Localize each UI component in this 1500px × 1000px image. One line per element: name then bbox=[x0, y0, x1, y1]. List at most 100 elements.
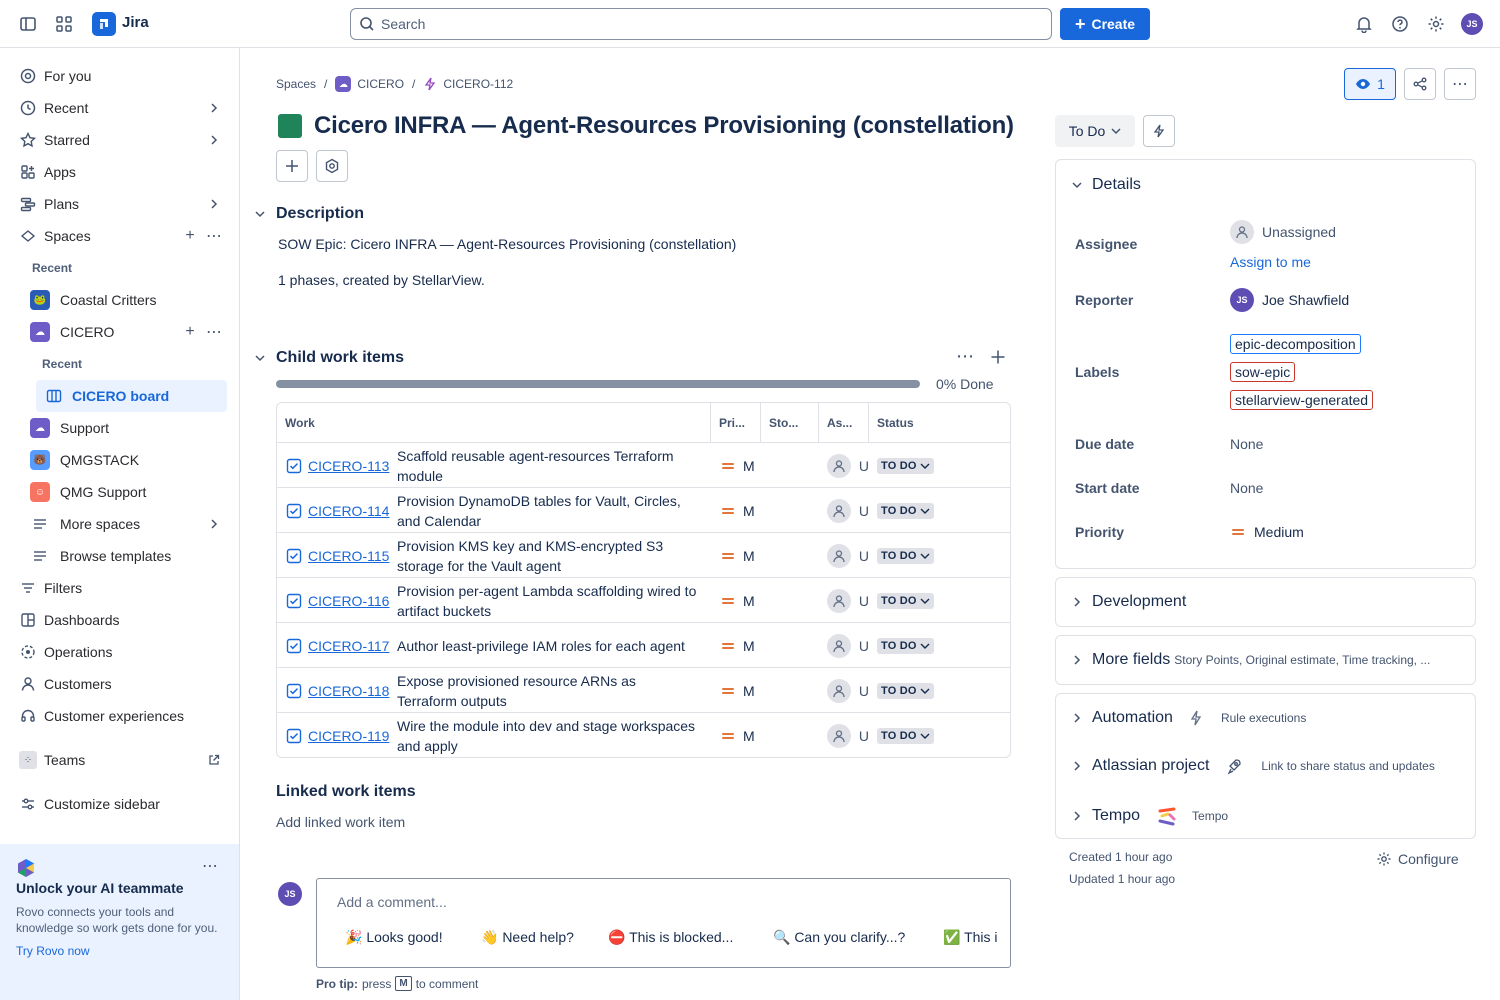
work-item-summary[interactable]: Provision DynamoDB tables for Vault, Cir… bbox=[397, 491, 697, 531]
priority-value[interactable]: M bbox=[743, 548, 755, 564]
table-row[interactable]: CICERO-116 Provision per-agent Lambda sca… bbox=[277, 578, 1010, 623]
assignee-value[interactable]: Unassigned bbox=[1230, 220, 1336, 244]
sidebar-item-for-you[interactable]: For you bbox=[8, 60, 230, 92]
sidebar-item-teams[interactable]: ⁘ Teams bbox=[8, 744, 230, 776]
work-item-summary[interactable]: Provision KMS key and KMS-encrypted S3 s… bbox=[397, 536, 697, 576]
work-item-summary[interactable]: Scaffold reusable agent-resources Terraf… bbox=[397, 446, 697, 486]
priority-value[interactable]: Medium bbox=[1230, 524, 1304, 540]
column-header-priority[interactable]: Pri... bbox=[711, 403, 761, 443]
column-header-story-points[interactable]: Sto... bbox=[761, 403, 819, 443]
sidebar-item-filters[interactable]: Filters bbox=[8, 572, 230, 604]
jira-logo-icon[interactable] bbox=[92, 12, 116, 36]
work-item-key[interactable]: CICERO-114 bbox=[308, 503, 389, 519]
table-row[interactable]: CICERO-117 Author least-privilege IAM rol… bbox=[277, 623, 1010, 668]
share-button[interactable] bbox=[1404, 68, 1436, 100]
chevron-right-icon[interactable] bbox=[204, 514, 224, 534]
table-row[interactable]: CICERO-119 Wire the module into dev and s… bbox=[277, 713, 1010, 757]
sidebar-item-qmg-support[interactable]: ☺ QMG Support bbox=[20, 476, 230, 508]
status-lozenge[interactable]: TO DO bbox=[877, 502, 934, 519]
status-lozenge[interactable]: TO DO bbox=[877, 592, 934, 609]
status-dropdown[interactable]: To Do bbox=[1055, 115, 1135, 147]
add-linked-item-button[interactable]: Add linked work item bbox=[276, 814, 405, 830]
add-child-plus-icon[interactable] bbox=[990, 349, 1006, 365]
more-actions-icon[interactable]: ⋯ bbox=[202, 224, 226, 248]
table-row[interactable]: CICERO-118 Expose provisioned resource AR… bbox=[277, 668, 1010, 713]
sidebar-item-customers[interactable]: Customers bbox=[8, 668, 230, 700]
add-plus-icon[interactable]: + bbox=[178, 320, 202, 344]
child-items-heading[interactable]: Child work items bbox=[252, 349, 404, 367]
quick-reply-looks-good[interactable]: 🎉 Looks good! bbox=[345, 929, 443, 946]
chevron-right-icon[interactable] bbox=[204, 98, 224, 118]
sidebar-item-qmgstack[interactable]: 🐻 QMGSTACK bbox=[20, 444, 230, 476]
sidebar-item-dashboards[interactable]: Dashboards bbox=[8, 604, 230, 636]
sidebar-item-apps[interactable]: Apps bbox=[8, 156, 230, 188]
status-lozenge[interactable]: TO DO bbox=[877, 637, 934, 654]
sidebar-item-browse-templates[interactable]: Browse templates bbox=[20, 540, 230, 572]
sidebar-toggle-icon[interactable] bbox=[16, 12, 40, 36]
status-lozenge[interactable]: TO DO bbox=[877, 547, 934, 564]
external-link-icon[interactable] bbox=[204, 750, 224, 770]
more-actions-icon[interactable]: ⋯ bbox=[202, 320, 226, 344]
table-row[interactable]: CICERO-114 Provision DynamoDB tables for … bbox=[277, 488, 1010, 533]
work-item-key[interactable]: CICERO-117 bbox=[308, 638, 389, 654]
description-line[interactable]: 1 phases, created by StellarView. bbox=[278, 272, 485, 288]
work-item-key[interactable]: CICERO-113 bbox=[308, 458, 389, 474]
label-tag[interactable]: sow-epic bbox=[1230, 362, 1296, 382]
quick-reply-this[interactable]: ✅ This i bbox=[943, 929, 1003, 946]
comment-placeholder[interactable]: Add a comment... bbox=[337, 894, 447, 910]
priority-value[interactable]: M bbox=[743, 593, 755, 609]
breadcrumb-issue[interactable]: CICERO-112 bbox=[423, 77, 513, 91]
assignee-value[interactable]: U bbox=[859, 503, 869, 519]
atlassian-project-row[interactable]: Atlassian project Link to share status a… bbox=[1072, 757, 1435, 775]
assignee-value[interactable]: U bbox=[859, 593, 869, 609]
sidebar-item-coastal-critters[interactable]: 🐸 Coastal Critters bbox=[20, 284, 230, 316]
assignee-value[interactable]: U bbox=[859, 638, 869, 654]
sidebar-item-starred[interactable]: Starred bbox=[8, 124, 230, 156]
sidebar-item-customize[interactable]: Customize sidebar bbox=[8, 788, 230, 820]
status-lozenge[interactable]: TO DO bbox=[877, 457, 934, 474]
search-bar[interactable] bbox=[350, 8, 1052, 40]
column-header-work[interactable]: Work bbox=[277, 403, 711, 443]
notifications-bell-icon[interactable] bbox=[1352, 12, 1376, 36]
create-button[interactable]: + Create bbox=[1060, 8, 1150, 40]
sidebar-item-cicero[interactable]: ☁ CICERO + ⋯ bbox=[20, 316, 230, 348]
due-date-value[interactable]: None bbox=[1230, 436, 1263, 452]
assignee-value[interactable]: U bbox=[859, 548, 869, 564]
sidebar-item-support[interactable]: ☁ Support bbox=[20, 412, 230, 444]
reporter-value[interactable]: JS Joe Shawfield bbox=[1230, 288, 1349, 312]
start-date-value[interactable]: None bbox=[1230, 480, 1263, 496]
sidebar-item-spaces[interactable]: Spaces + ⋯ bbox=[8, 220, 230, 252]
configure-button[interactable]: Configure bbox=[1376, 851, 1459, 867]
sidebar-item-more-spaces[interactable]: More spaces bbox=[20, 508, 230, 540]
work-item-summary[interactable]: Provision per-agent Lambda scaffolding w… bbox=[397, 581, 697, 621]
more-actions-icon[interactable]: ⋯ bbox=[956, 346, 974, 367]
quick-reply-clarify[interactable]: 🔍 Can you clarify...? bbox=[773, 929, 905, 946]
chevron-right-icon[interactable] bbox=[204, 130, 224, 150]
column-header-status[interactable]: Status bbox=[869, 403, 1010, 443]
priority-value[interactable]: M bbox=[743, 683, 755, 699]
help-icon[interactable] bbox=[1388, 12, 1412, 36]
sidebar-item-recent[interactable]: Recent bbox=[8, 92, 230, 124]
column-header-assignee[interactable]: As... bbox=[819, 403, 869, 443]
settings-gear-icon[interactable] bbox=[1424, 12, 1448, 36]
breadcrumb-spaces[interactable]: Spaces bbox=[276, 77, 316, 91]
breadcrumb-project[interactable]: ☁ CICERO bbox=[335, 76, 404, 92]
label-tag[interactable]: epic-decomposition bbox=[1230, 334, 1361, 354]
assign-to-me-link[interactable]: Assign to me bbox=[1230, 254, 1311, 270]
search-input[interactable] bbox=[381, 16, 1021, 32]
priority-value[interactable]: M bbox=[743, 728, 755, 744]
apps-button[interactable] bbox=[316, 150, 348, 182]
automation-bolt-button[interactable] bbox=[1143, 115, 1175, 147]
more-fields-panel[interactable]: More fields Story Points, Original estim… bbox=[1055, 635, 1476, 685]
details-heading[interactable]: Details bbox=[1072, 176, 1141, 194]
assignee-value[interactable]: U bbox=[859, 458, 869, 474]
issue-title[interactable]: Cicero INFRA — Agent-Resources Provision… bbox=[314, 112, 1014, 140]
work-item-key[interactable]: CICERO-116 bbox=[308, 593, 389, 609]
quick-reply-need-help[interactable]: 👋 Need help? bbox=[481, 929, 574, 946]
assignee-value[interactable]: U bbox=[859, 728, 869, 744]
chevron-right-icon[interactable] bbox=[204, 194, 224, 214]
more-actions-icon[interactable]: ⋯ bbox=[202, 856, 218, 876]
priority-value[interactable]: M bbox=[743, 638, 755, 654]
work-item-key[interactable]: CICERO-119 bbox=[308, 728, 389, 744]
status-lozenge[interactable]: TO DO bbox=[877, 727, 934, 744]
